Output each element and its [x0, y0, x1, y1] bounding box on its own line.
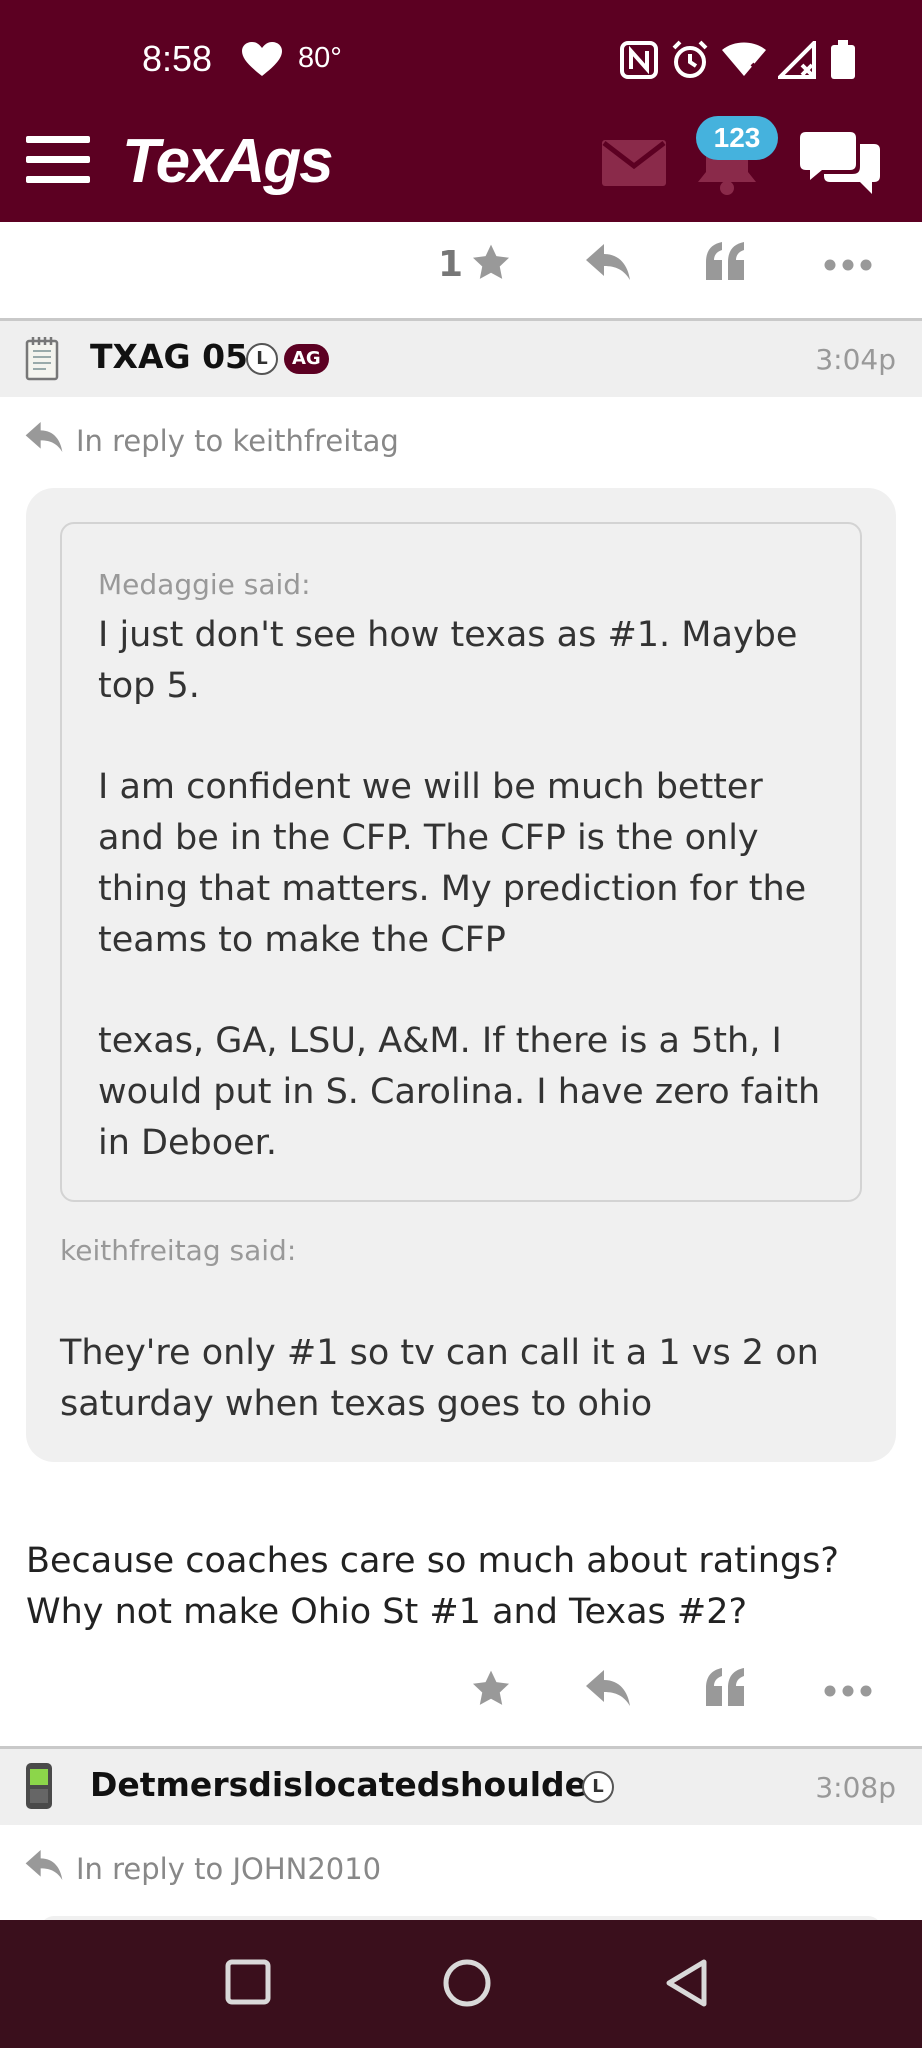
star-icon[interactable]: [470, 242, 512, 288]
texags-logo[interactable]: TexAgs: [122, 126, 334, 197]
post-header: TXAG 05 L AG 3:04p: [0, 321, 922, 397]
phone-avatar-icon[interactable]: [24, 1761, 54, 1815]
nested-quote-paragraph: I am confident we will be much better an…: [98, 767, 818, 960]
nested-quote-paragraph: texas, GA, LSU, A&M. If there is a 5th, …: [98, 1021, 832, 1163]
star-icon[interactable]: [470, 1668, 512, 1714]
nfc-icon: [620, 41, 658, 79]
quote-text: They're only #1 so tv can call it a 1 vs…: [60, 1333, 830, 1424]
former-student-badge: AG: [284, 344, 329, 374]
notepad-avatar-icon[interactable]: [24, 335, 60, 385]
quote-author: keithfreitag said:: [60, 1234, 297, 1267]
star-count: 1: [438, 244, 464, 285]
post-username[interactable]: Detmersdislocatedshoulder: [90, 1765, 603, 1804]
post-time: 3:04p: [815, 343, 896, 376]
reply-arrow-icon: [24, 1848, 64, 1889]
status-temperature: 80°: [298, 42, 342, 74]
app-header: 8:58 80° TexAgs 123: [0, 0, 922, 222]
quote-icon[interactable]: [704, 240, 746, 286]
mail-icon[interactable]: [602, 140, 666, 190]
reply-icon[interactable]: [584, 242, 632, 286]
system-navigation-bar: [0, 1920, 922, 2048]
menu-button[interactable]: [26, 136, 90, 184]
post-body: Because coaches care so much about ratin…: [26, 1541, 839, 1632]
lifetime-member-badge: L: [582, 1771, 614, 1803]
post-username[interactable]: TXAG 05: [90, 337, 248, 376]
reply-context: In reply to JOHN2010: [24, 1848, 381, 1889]
more-options-icon[interactable]: [824, 1682, 872, 1701]
reply-arrow-icon: [24, 420, 64, 461]
more-options-icon[interactable]: [824, 256, 872, 275]
recents-icon[interactable]: [224, 1958, 272, 2010]
cell-signal-icon: [778, 41, 818, 79]
post-time: 3:08p: [815, 1771, 896, 1804]
post-actions-row: 1: [0, 238, 922, 298]
post-header: Detmersdislocatedshoulder L 3:08p: [0, 1749, 922, 1825]
system-status-icons: [620, 40, 856, 80]
quote-icon[interactable]: [704, 1666, 746, 1712]
status-time: 8:58: [142, 38, 213, 79]
battery-icon: [830, 40, 856, 80]
reply-to-link[interactable]: In reply to keithfreitag: [76, 424, 399, 458]
reply-to-link[interactable]: In reply to JOHN2010: [76, 1852, 381, 1886]
heart-icon: [242, 42, 282, 82]
chat-icon[interactable]: [798, 128, 882, 202]
notification-count-badge[interactable]: 123: [696, 116, 778, 160]
reply-context: In reply to keithfreitag: [24, 420, 399, 461]
alarm-icon: [670, 40, 710, 80]
reply-icon[interactable]: [584, 1668, 632, 1712]
home-icon[interactable]: [442, 1958, 492, 2012]
wifi-icon: [722, 42, 766, 78]
post-actions-row: [0, 1664, 922, 1724]
back-icon[interactable]: [664, 1958, 710, 2012]
lifetime-member-badge: L: [246, 343, 278, 375]
nested-quote-author: Medaggie said:: [98, 568, 311, 601]
nested-quote-paragraph: I just don't see how texas as #1. Maybe …: [98, 615, 809, 706]
